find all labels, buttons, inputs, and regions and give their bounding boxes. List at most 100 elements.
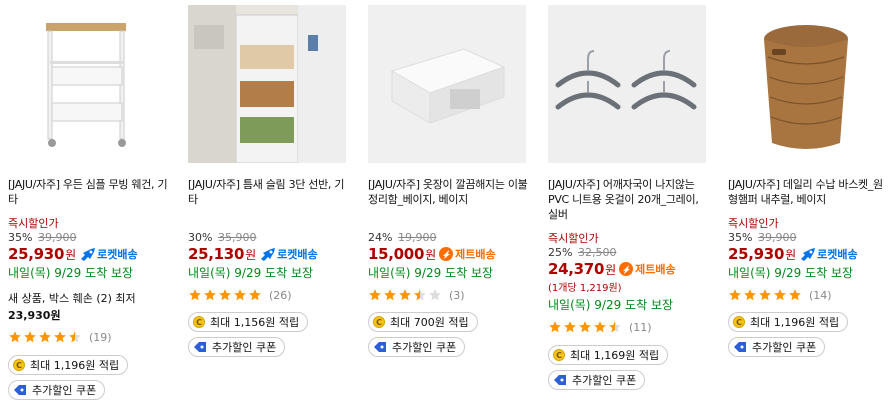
star-icon — [579, 321, 591, 333]
discount-rate: 24% — [368, 231, 393, 244]
coupon-pill[interactable]: 추가할인 쿠폰 — [728, 337, 826, 357]
star-rating — [188, 288, 263, 302]
product-card[interactable]: [JAJU/자주] 틈새 슬림 3단 선반, 기타 30% 35,900 25,… — [185, 0, 349, 412]
used-item-price: 23,930원 — [8, 309, 61, 322]
storage-box-image — [368, 5, 526, 163]
star-icon — [729, 289, 741, 301]
product-title[interactable]: [JAJU/자주] 옷장이 깔끔해지는 이불 정리함_베이지, 베이지 — [368, 177, 528, 207]
star-icon — [9, 331, 21, 343]
star-icon — [744, 289, 756, 301]
hangers-image — [548, 5, 706, 163]
reward-pill: C 최대 1,196원 적립 — [8, 355, 129, 375]
product-title[interactable]: [JAJU/자주] 우든 심플 무빙 웨건, 기타 — [8, 177, 168, 207]
review-count: (3) — [449, 288, 465, 302]
product-image-storage-box[interactable] — [368, 5, 526, 163]
cash-coin-icon: C — [13, 359, 25, 371]
reward-pill: C 최대 1,196원 적립 — [728, 312, 849, 332]
discount-line: 35% 39,900 — [8, 231, 76, 244]
discount-line: 25% 32,500 — [548, 246, 616, 259]
unit-price: (1개당 1,219원) — [548, 283, 622, 294]
reward-pill: C 최대 1,169원 적립 — [548, 345, 669, 365]
coupon-text: 추가할인 쿠폰 — [212, 341, 277, 354]
star-icon — [549, 321, 561, 333]
won-unit: 원 — [425, 247, 437, 262]
rating: (19) — [8, 330, 112, 344]
star-icon — [564, 321, 576, 333]
delivery-promise: 내일(목) 9/29 도착 보장 — [548, 298, 674, 312]
star-icon — [24, 331, 36, 343]
reward-text: 최대 1,156원 적립 — [210, 316, 300, 329]
reward-text: 최대 1,169원 적립 — [570, 349, 660, 362]
original-price: 35,900 — [217, 231, 257, 244]
product-card[interactable]: [JAJU/자주] 데일리 수납 바스켓_원형햄퍼 내추럴, 베이지 즉시할인가… — [725, 0, 889, 412]
discount-line: 30% 35,900 — [188, 231, 256, 244]
coupon-tag-icon — [374, 342, 386, 352]
price-line: 25,130 원 로켓배송 — [188, 245, 318, 263]
coupon-pill[interactable]: 추가할인 쿠폰 — [368, 337, 466, 357]
jet-delivery-badge: 제트배송 — [619, 261, 676, 277]
jet-icon — [619, 262, 634, 276]
sale-price: 15,000 — [368, 245, 425, 263]
product-image-shelf[interactable] — [188, 5, 346, 163]
star-icon — [69, 331, 81, 343]
sale-price: 25,930 — [8, 245, 65, 263]
star-icon — [369, 289, 381, 301]
wagon-image — [8, 5, 166, 163]
star-icon — [219, 289, 231, 301]
product-grid: [JAJU/자주] 우든 심플 무빙 웨건, 기타 즉시할인가 35% 39,9… — [0, 0, 896, 412]
price-line: 25,930 원 로켓배송 — [728, 245, 858, 263]
star-icon — [774, 289, 786, 301]
star-icon — [54, 331, 66, 343]
product-image-hangers[interactable] — [548, 5, 706, 163]
star-rating — [8, 330, 83, 344]
product-card[interactable]: [JAJU/자주] 옷장이 깔끔해지는 이불 정리함_베이지, 베이지 24% … — [365, 0, 529, 412]
product-image-hamper[interactable] — [728, 5, 886, 163]
product-title[interactable]: [JAJU/자주] 어깨자국이 나지않는 PVC 니트용 옷걸이 20개_그레이… — [548, 177, 708, 222]
coupon-pill[interactable]: 추가할인 쿠폰 — [8, 380, 106, 400]
jet-badge-label: 제트배송 — [635, 263, 676, 276]
cash-coin-icon: C — [193, 316, 205, 328]
product-title[interactable]: [JAJU/자주] 데일리 수납 바스켓_원형햄퍼 내추럴, 베이지 — [728, 177, 888, 207]
star-icon — [594, 321, 606, 333]
rocket-icon — [81, 248, 96, 261]
instant-discount-label: 즉시할인가 — [728, 217, 779, 230]
won-unit: 원 — [65, 247, 77, 262]
rocket-badge-label: 로켓배송 — [97, 248, 138, 261]
price-line: 24,370 원 제트배송 — [548, 260, 676, 278]
coupon-pill[interactable]: 추가할인 쿠폰 — [548, 370, 646, 390]
original-price: 39,900 — [757, 231, 797, 244]
rocket-icon — [801, 248, 816, 261]
product-title[interactable]: [JAJU/자주] 틈새 슬림 3단 선반, 기타 — [188, 177, 348, 207]
rocket-delivery-badge: 로켓배송 — [799, 246, 858, 262]
star-rating — [368, 288, 443, 302]
discount-line: 24% 19,900 — [368, 231, 436, 244]
rocket-badge-label: 로켓배송 — [817, 248, 858, 261]
used-item-offer[interactable]: 새 상품, 박스 훼손 (2) 최저 — [8, 290, 136, 306]
rating: (11) — [548, 320, 652, 334]
star-icon — [609, 321, 621, 333]
delivery-promise: 내일(목) 9/29 도착 보장 — [368, 266, 494, 280]
product-card[interactable]: [JAJU/자주] 어깨자국이 나지않는 PVC 니트용 옷걸이 20개_그레이… — [545, 0, 709, 412]
cash-coin-icon: C — [733, 316, 745, 328]
original-price: 39,900 — [37, 231, 77, 244]
star-icon — [384, 289, 396, 301]
star-icon — [189, 289, 201, 301]
reward-text: 최대 700원 적립 — [390, 316, 469, 329]
star-icon — [429, 289, 441, 301]
star-icon — [759, 289, 771, 301]
product-image-wagon[interactable] — [8, 5, 166, 163]
jet-badge-label: 제트배송 — [455, 248, 496, 261]
reward-text: 최대 1,196원 적립 — [750, 316, 840, 329]
reward-pill: C 최대 1,156원 적립 — [188, 312, 309, 332]
rating: (26) — [188, 288, 292, 302]
coupon-tag-icon — [194, 342, 206, 352]
cash-coin-icon: C — [553, 349, 565, 361]
coupon-tag-icon — [734, 342, 746, 352]
discount-rate: 35% — [8, 231, 33, 244]
star-icon — [399, 289, 411, 301]
slim-shelf-image — [188, 5, 346, 163]
coupon-pill[interactable]: 추가할인 쿠폰 — [188, 337, 286, 357]
product-card[interactable]: [JAJU/자주] 우든 심플 무빙 웨건, 기타 즉시할인가 35% 39,9… — [5, 0, 169, 412]
star-icon — [249, 289, 261, 301]
star-rating — [548, 320, 623, 334]
